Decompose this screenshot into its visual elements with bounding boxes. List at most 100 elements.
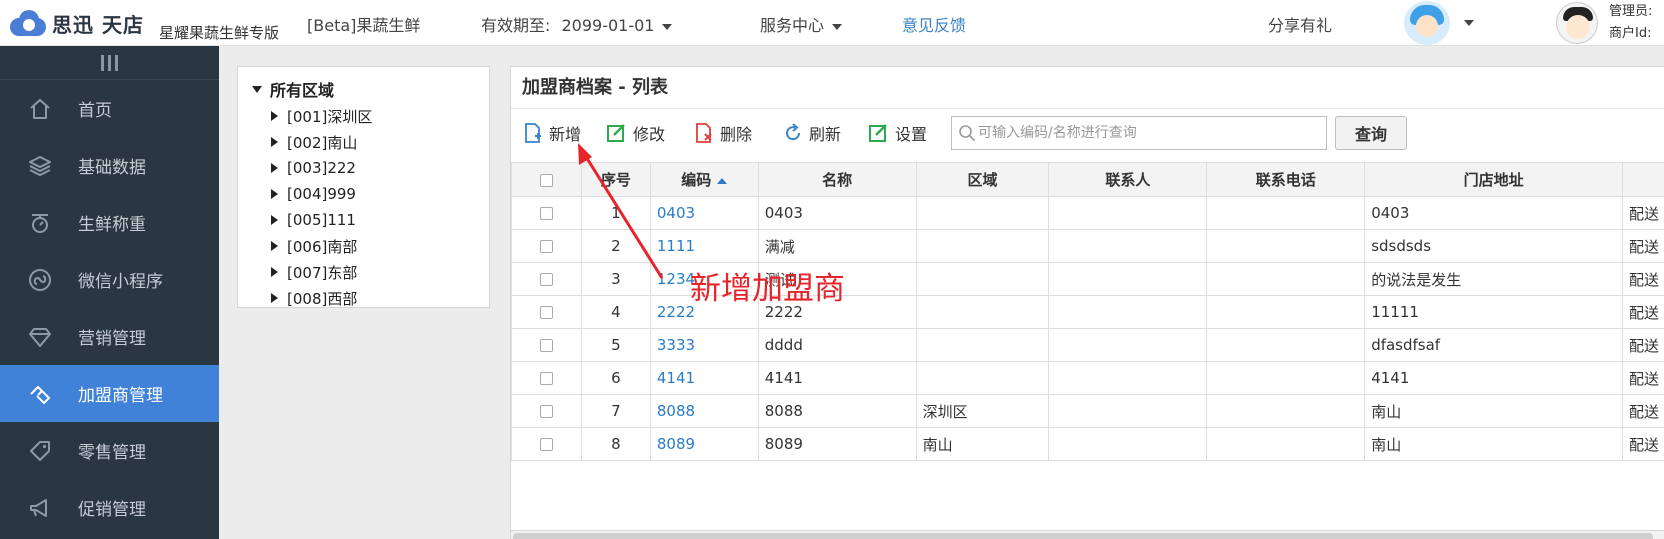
search-input[interactable]: [978, 121, 1318, 145]
tree-node[interactable]: [004]999: [271, 181, 372, 207]
service-center-menu[interactable]: 服务中心: [760, 12, 843, 36]
column-header-no[interactable]: 序号: [580, 162, 651, 197]
row-select-cell[interactable]: [511, 262, 582, 296]
feedback-link[interactable]: 意见反馈: [902, 12, 966, 36]
query-button[interactable]: 查询: [1335, 116, 1407, 150]
sidebar-toggle[interactable]: [0, 46, 219, 80]
sidebar-item-franchise[interactable]: 加盟商管理: [0, 365, 219, 422]
row-checkbox[interactable]: [539, 207, 553, 220]
table-row[interactable]: 6 4141 4141 4141 配送: [511, 361, 1664, 395]
row-checkbox[interactable]: [539, 306, 553, 319]
edit-button[interactable]: 修改: [607, 119, 665, 147]
logo-text: 思迅: [52, 12, 94, 37]
horizontal-scrollbar[interactable]: [511, 530, 1664, 539]
cell-code[interactable]: 8088: [649, 394, 759, 428]
row-checkbox[interactable]: [539, 339, 553, 352]
row-select-cell[interactable]: [511, 361, 582, 395]
logo[interactable]: 思迅 天店: [10, 6, 144, 40]
select-all-header[interactable]: [511, 162, 582, 197]
tree-node[interactable]: [006]南部: [271, 233, 372, 259]
cell-address: 南山: [1364, 394, 1623, 428]
cell-extra: 配送: [1621, 328, 1664, 362]
cell-code[interactable]: 4141: [649, 361, 759, 395]
admin-label: 管理员:: [1609, 4, 1653, 19]
column-header-extra[interactable]: [1621, 162, 1664, 197]
row-select-cell[interactable]: [511, 427, 582, 461]
tree-node-label: [005]111: [287, 211, 356, 229]
sidebar-item-label: 生鲜称重: [78, 215, 146, 235]
tree-node[interactable]: [003]222: [271, 155, 372, 181]
cell-phone: [1206, 328, 1366, 362]
sidebar-item-label: 基础数据: [78, 158, 146, 178]
tree-node[interactable]: [008]西部: [271, 285, 372, 307]
cell-code[interactable]: 3333: [649, 328, 759, 362]
cell-no: 2: [580, 229, 651, 263]
chevron-down-icon[interactable]: [1464, 20, 1474, 26]
customer-service-avatar[interactable]: [1404, 1, 1450, 45]
add-button[interactable]: 新增: [523, 119, 581, 147]
tree-node[interactable]: [001]深圳区: [271, 103, 372, 129]
column-header-contact[interactable]: 联系人: [1048, 162, 1208, 197]
sidebar-item-promotion[interactable]: 促销管理: [0, 479, 219, 536]
column-header-address[interactable]: 门店地址: [1364, 162, 1623, 197]
column-header-region[interactable]: 区域: [915, 162, 1050, 197]
cell-contact: [1048, 295, 1208, 329]
share-gift-link[interactable]: 分享有礼: [1268, 12, 1332, 36]
table-row[interactable]: 3 1234 测试 的说法是发生 配送: [511, 262, 1664, 296]
sidebar-item-home[interactable]: 首页: [0, 80, 219, 137]
row-select-cell[interactable]: [511, 196, 582, 230]
cell-code[interactable]: 8089: [649, 427, 759, 461]
validity[interactable]: 有效期至: 2099-01-01: [481, 12, 673, 36]
home-icon: [26, 95, 54, 123]
row-select-cell[interactable]: [511, 295, 582, 329]
row-select-cell[interactable]: [511, 394, 582, 428]
sidebar-item-fresh-weighing[interactable]: 生鲜称重: [0, 194, 219, 251]
cell-region: [915, 229, 1050, 263]
tree-node[interactable]: [005]111: [271, 207, 372, 233]
table-row[interactable]: 4 2222 2222 11111 配送: [511, 295, 1664, 329]
tag-icon: [26, 437, 54, 465]
sidebar-item-retail[interactable]: 零售管理: [0, 422, 219, 479]
sidebar-item-basic-data[interactable]: 基础数据: [0, 137, 219, 194]
row-checkbox[interactable]: [539, 273, 553, 286]
delete-label: 删除: [720, 125, 753, 144]
row-checkbox[interactable]: [539, 438, 553, 451]
refresh-button[interactable]: 刷新: [783, 119, 841, 147]
user-avatar[interactable]: [1556, 2, 1598, 44]
column-header-code[interactable]: 编码: [649, 162, 759, 197]
sidebar-item-mini-program[interactable]: 微信小程序: [0, 251, 219, 308]
tree-root-label: 所有区域: [270, 81, 335, 100]
tree-root[interactable]: 所有区域: [252, 77, 334, 101]
delete-button[interactable]: 删除: [694, 119, 752, 147]
row-checkbox[interactable]: [539, 240, 553, 253]
table-row[interactable]: 2 1111 满减 sdsdsds 配送: [511, 229, 1664, 263]
diamond-icon: [26, 323, 54, 351]
scrollbar-thumb[interactable]: [513, 533, 1653, 539]
cell-extra: 配送: [1621, 427, 1664, 461]
row-select-cell[interactable]: [511, 328, 582, 362]
sidebar-item-label: 首页: [78, 101, 112, 121]
row-select-cell[interactable]: [511, 229, 582, 263]
tree-node[interactable]: [007]东部: [271, 259, 372, 285]
row-checkbox[interactable]: [539, 405, 553, 418]
table-row[interactable]: 7 8088 8088 深圳区 南山 配送: [511, 394, 1664, 428]
table-row[interactable]: 1 0403 0403 0403 配送: [511, 196, 1664, 230]
select-all-checkbox[interactable]: [539, 173, 553, 187]
search-icon: [958, 124, 976, 146]
cell-phone: [1206, 427, 1366, 461]
cell-code[interactable]: 0403: [649, 196, 759, 230]
add-label: 新增: [549, 125, 582, 144]
column-header-phone[interactable]: 联系电话: [1206, 162, 1366, 197]
table-row[interactable]: 5 3333 dddd dfasdfsaf 配送: [511, 328, 1664, 362]
table-row[interactable]: 8 8089 8089 南山 南山 配送: [511, 427, 1664, 461]
caret-right-icon: [271, 267, 278, 277]
caret-down-icon: [252, 85, 262, 93]
cell-code[interactable]: 1111: [649, 229, 759, 263]
caret-right-icon: [271, 111, 278, 121]
settings-button[interactable]: 设置: [869, 119, 927, 147]
row-checkbox[interactable]: [539, 372, 553, 385]
tree-node[interactable]: [002]南山: [271, 129, 372, 155]
column-header-name[interactable]: 名称: [757, 162, 917, 197]
cell-address: 南山: [1364, 427, 1623, 461]
sidebar-item-marketing[interactable]: 营销管理: [0, 308, 219, 365]
